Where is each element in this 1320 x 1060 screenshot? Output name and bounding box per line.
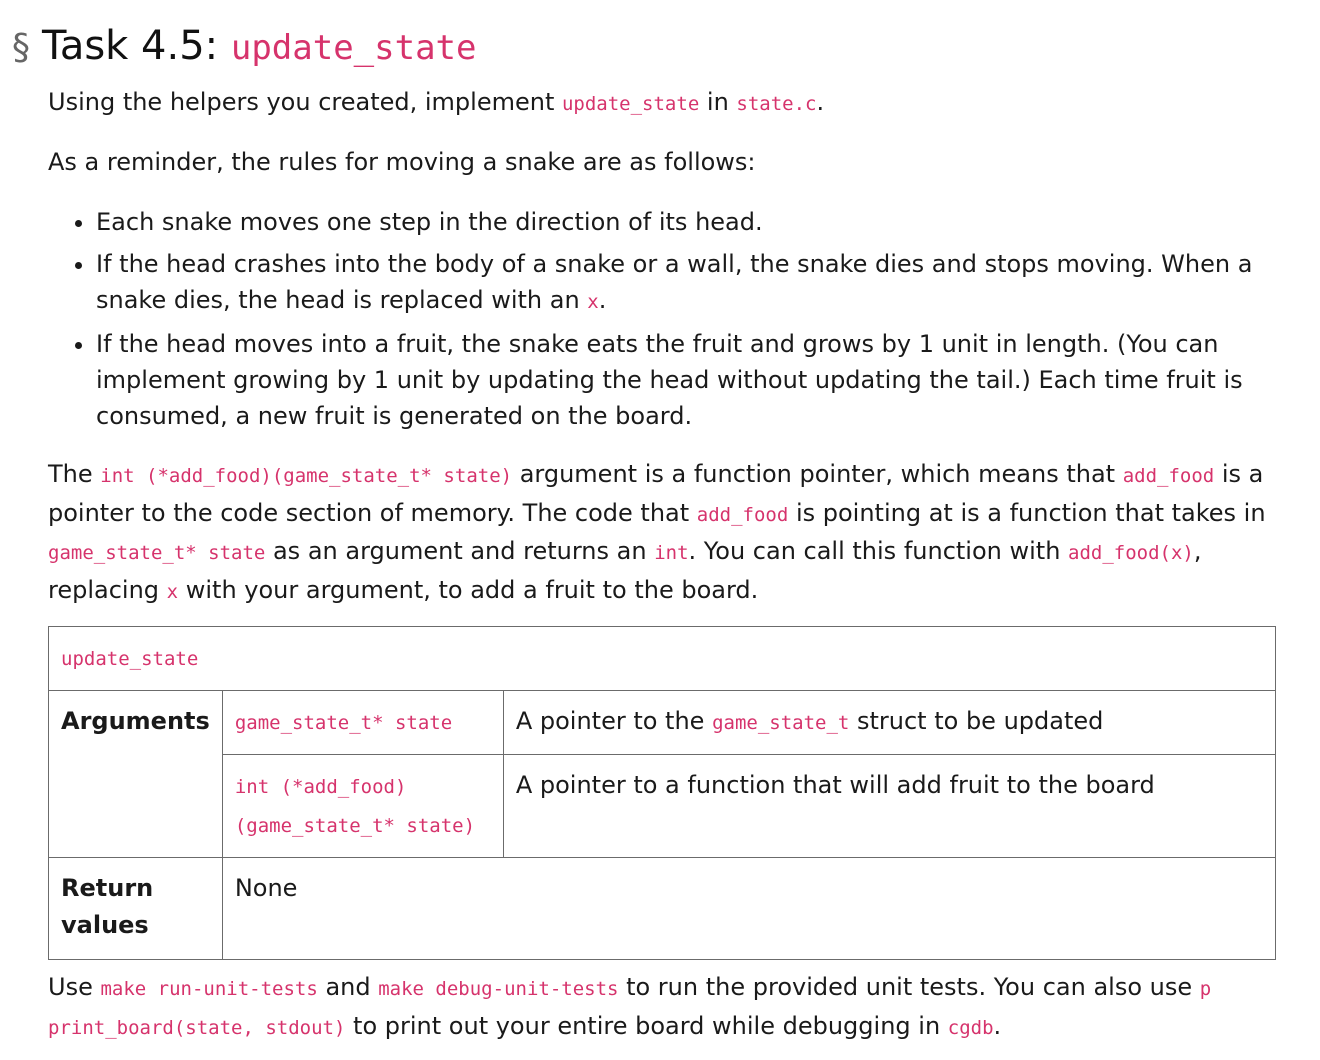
list-item: If the head crashes into the body of a s…: [96, 246, 1320, 320]
inline-code: add_food: [696, 503, 789, 526]
section-anchor-link[interactable]: §: [12, 27, 30, 68]
paragraph-text: .: [993, 1011, 1002, 1040]
rules-list: Each snake moves one step in the directi…: [48, 204, 1320, 440]
paragraph-text: with your argument, to add a fruit to th…: [178, 575, 759, 604]
inline-code: cgdb: [947, 1016, 994, 1039]
inline-code: add_food(x): [1068, 542, 1194, 564]
table-row: Arguments game_state_t* state A pointer …: [48, 690, 1277, 858]
intro-text: in: [699, 88, 737, 116]
table-header-row: update_state: [48, 626, 1276, 691]
paragraph-text: to run the provided unit tests. You can …: [618, 973, 1200, 1001]
intro-paragraph: Using the helpers you created, implement…: [48, 84, 1283, 123]
arg-desc-cell: A pointer to the game_state_t struct to …: [502, 690, 1277, 755]
inline-code: add_food: [1122, 465, 1215, 487]
arg-desc-cell: A pointer to a function that will add fr…: [502, 754, 1277, 858]
inline-code: make run-unit-tests: [100, 978, 318, 1000]
paragraph-text: Use: [48, 973, 101, 1001]
table-title-code: update_state: [61, 648, 199, 670]
inline-code: game_state_t: [712, 712, 850, 734]
list-item-text: If the head crashes into the body of a s…: [96, 250, 1253, 314]
table-row: Return values None: [48, 857, 1277, 960]
inline-code: game_state_t* state: [48, 542, 266, 564]
paragraph-text: . You can call this function with: [688, 537, 1069, 565]
list-item: Each snake moves one step in the directi…: [96, 204, 1320, 240]
arg-code: int (*add_food): [234, 776, 407, 798]
arg-code-cell: game_state_t* state: [221, 690, 504, 755]
arg-code-cell: int (*add_food) (game_state_t* state): [221, 754, 504, 858]
arg-code: game_state_t* state: [234, 712, 453, 734]
arguments-label: Arguments: [48, 690, 223, 858]
intro-text: Using the helpers you created, implement: [48, 88, 562, 116]
return-value-cell: None: [221, 857, 1277, 960]
paragraph-text: The: [48, 460, 101, 488]
inline-code: int (*add_food)(game_state_t* state): [100, 465, 513, 487]
list-item: If the head moves into a fruit, the snak…: [96, 326, 1320, 434]
inline-code: int: [654, 542, 689, 564]
paragraph-text: and: [317, 973, 379, 1001]
inline-code: state.c: [736, 93, 817, 115]
paragraph-text: as an argument and returns an: [265, 537, 655, 565]
arg-code: (game_state_t* state): [234, 815, 476, 837]
inline-code: make debug-unit-tests: [378, 978, 619, 1000]
footer-paragraph: Use make run-unit-tests and make debug-u…: [48, 969, 1283, 1046]
table-title-cell: update_state: [48, 626, 1276, 691]
table-row: int (*add_food) (game_state_t* state) A p…: [49, 754, 1277, 858]
function-pointer-paragraph: The int (*add_food)(game_state_t* state)…: [48, 456, 1283, 610]
inline-code: x: [166, 580, 179, 603]
paragraph-text: argument is a function pointer, which me…: [512, 460, 1123, 488]
inline-code: update_state: [561, 93, 700, 115]
title-prefix: Task 4.5:: [42, 23, 231, 69]
page-title: § Task 4.5: update_state: [12, 18, 477, 76]
inline-code: x: [587, 291, 599, 313]
arg-desc-text: A pointer to the: [515, 707, 713, 735]
title-code: update_state: [230, 28, 477, 68]
return-values-label: Return values: [48, 857, 223, 960]
intro-text: .: [816, 88, 825, 116]
paragraph-text: is pointing at is a function that takes …: [788, 498, 1266, 527]
list-item-text: .: [598, 286, 607, 314]
reminder-paragraph: As a reminder, the rules for moving a sn…: [48, 148, 756, 176]
function-spec-table: update_state Arguments game_state_t* sta…: [48, 626, 1277, 960]
arg-desc-text: struct to be updated: [849, 707, 1104, 735]
paragraph-text: to print out your entire board while deb…: [345, 1011, 948, 1040]
